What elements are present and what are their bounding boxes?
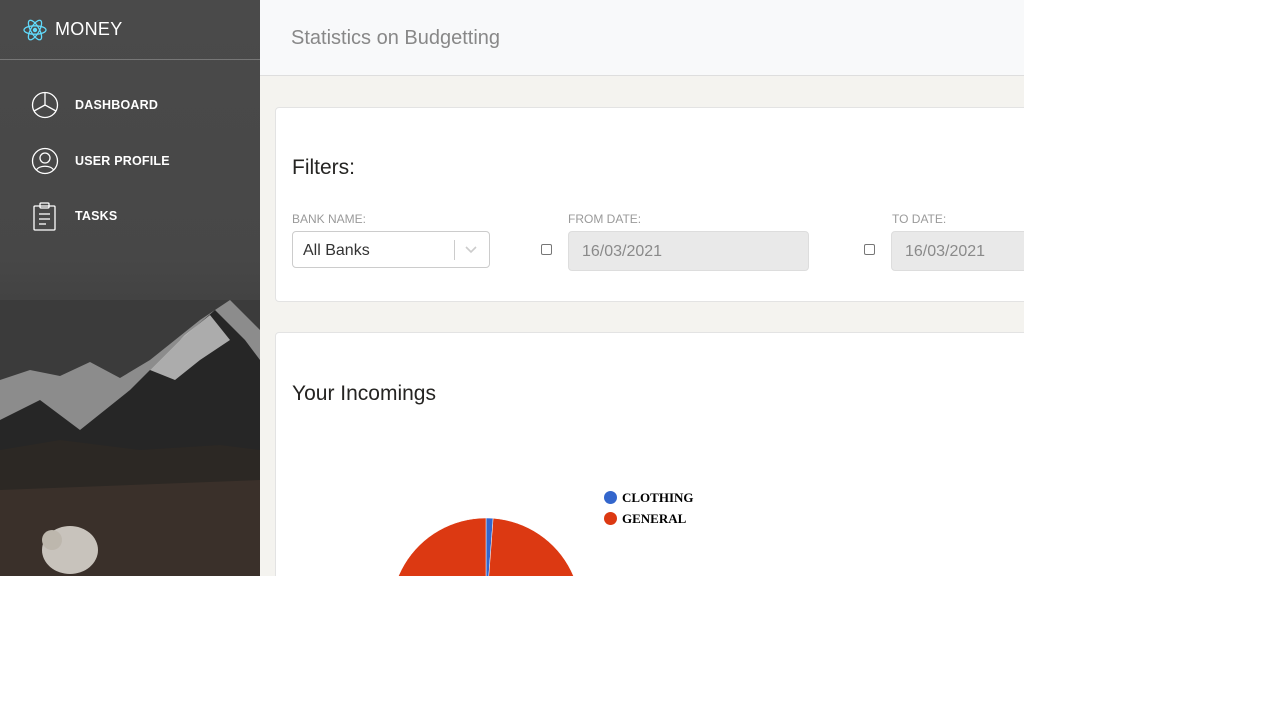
pie-slice-general[interactable]: [391, 517, 581, 576]
legend-label: CLOTHING: [622, 490, 694, 505]
incomings-title: Your Incomings: [292, 382, 436, 405]
user-circle-icon: [31, 147, 59, 175]
bank-name-label: BANK NAME:: [292, 212, 367, 226]
incomings-pie-chart: [391, 517, 581, 576]
sidebar: MONEY DASHBOARD USER PROFILE TASKS: [0, 0, 260, 576]
legend-swatch: [604, 491, 617, 504]
from-date-label: FROM DATE:: [568, 212, 642, 226]
to-date-checkbox[interactable]: [864, 244, 875, 255]
sidebar-background-image: [0, 300, 260, 576]
from-date-value: 16/03/2021: [582, 243, 663, 260]
chevron-down-icon[interactable]: [463, 243, 479, 257]
app-viewport: MONEY DASHBOARD USER PROFILE TASKS Stati…: [0, 0, 1024, 576]
clipboard-icon: [33, 202, 56, 231]
bank-name-select[interactable]: All Banks: [292, 231, 490, 268]
incomings-card: Your Incomings CLOTHING GENERAL: [275, 332, 1024, 576]
page-title: Statistics on Budgetting: [291, 27, 501, 49]
sidebar-item-label: TASKS: [75, 209, 118, 223]
filters-card: Filters: BANK NAME: All Banks FROM DATE:…: [275, 107, 1024, 302]
top-navbar: Statistics on Budgetting: [260, 0, 1024, 76]
filters-title: Filters:: [292, 156, 355, 179]
select-separator: [454, 240, 455, 260]
brand-name: MONEY: [55, 19, 123, 39]
to-date-label: TO DATE:: [892, 212, 947, 226]
pie-chart-icon: [31, 91, 59, 119]
react-atom-icon: [23, 19, 47, 41]
to-date-value: 16/03/2021: [905, 243, 986, 260]
from-date-checkbox[interactable]: [541, 244, 552, 255]
sidebar-item-label: DASHBOARD: [75, 98, 159, 112]
legend-label: GENERAL: [622, 511, 687, 526]
sidebar-item-dashboard[interactable]: DASHBOARD: [30, 88, 240, 122]
sidebar-item-tasks[interactable]: TASKS: [30, 199, 240, 233]
sidebar-item-label: USER PROFILE: [75, 154, 170, 168]
to-date-input[interactable]: 16/03/2021: [891, 231, 1024, 271]
from-date-input[interactable]: 16/03/2021: [568, 231, 809, 271]
bank-select-value: All Banks: [303, 242, 370, 259]
brand-header[interactable]: MONEY: [0, 0, 260, 60]
sidebar-item-user-profile[interactable]: USER PROFILE: [30, 144, 240, 178]
legend-swatch: [604, 512, 617, 525]
